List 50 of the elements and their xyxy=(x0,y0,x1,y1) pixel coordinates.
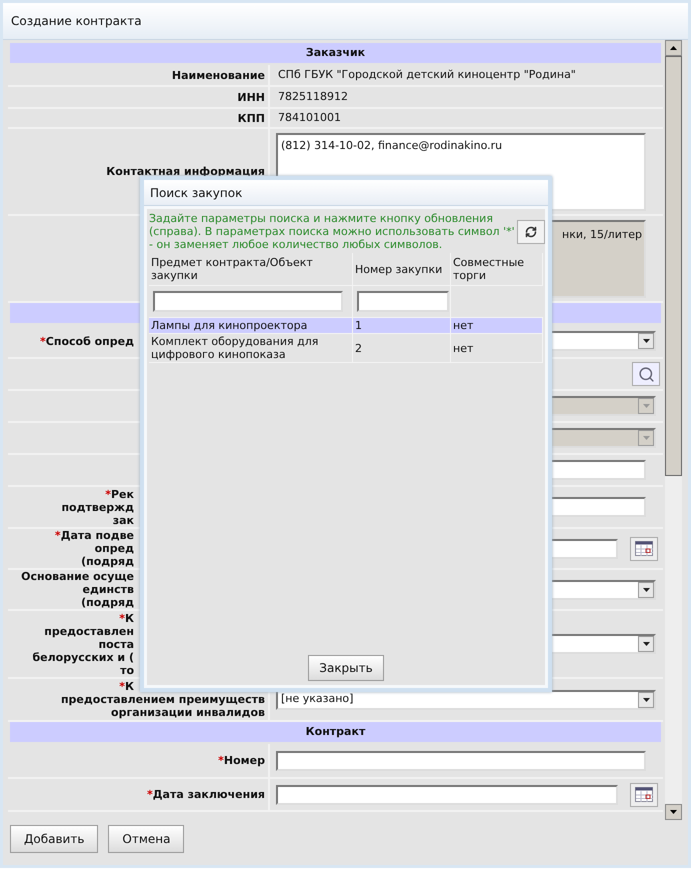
result-row[interactable]: Лампы для кинопроектора 1 нет xyxy=(149,318,543,334)
calendar-button[interactable] xyxy=(630,782,658,806)
refresh-button[interactable] xyxy=(517,220,545,244)
search-button[interactable] xyxy=(632,362,660,386)
search-icon xyxy=(638,366,654,382)
field-label: *К предоставлен постa белорусских и ( то xyxy=(32,612,134,676)
table-cell: Лампы для кинопроектора xyxy=(149,318,353,333)
subject-filter-field[interactable] xyxy=(153,291,343,312)
field-label: КПП xyxy=(238,112,265,124)
scroll-down-arrow-icon[interactable] xyxy=(670,810,677,814)
field-label: *Дата подве опред (подряд xyxy=(54,529,134,568)
column-header: Номер закупки xyxy=(353,253,451,285)
table-cell: 2 xyxy=(353,334,451,362)
field-label: *К предоставлением преимуществ организации инвалидов xyxy=(60,680,265,719)
table-cell: нет xyxy=(451,334,543,362)
close-button[interactable]: Закрыть xyxy=(308,655,384,681)
form-button[interactable]: Добавить xyxy=(10,825,98,853)
scrollbar[interactable] xyxy=(665,40,682,820)
field-label: Наименование xyxy=(172,68,265,82)
date-field[interactable] xyxy=(276,784,618,804)
section-header: Контракт xyxy=(10,722,661,742)
calendar-icon xyxy=(635,541,653,556)
field-value: СПб ГБУК "Городской детский киноцентр "Родина" xyxy=(277,66,576,83)
window-title: Создание контракта xyxy=(3,3,688,40)
section-header: Заказчик xyxy=(10,43,661,63)
column-header: Совместные торги xyxy=(451,253,543,285)
result-row[interactable]: Комплект оборудования для цифрового кинопоказа 2 нет xyxy=(149,334,543,363)
table-cell: Комплект оборудования для цифрового кинопоказа xyxy=(149,334,353,362)
field-label: ИНН xyxy=(237,90,265,104)
field-label: Контактная информация xyxy=(106,165,265,178)
field-label: *Дата заключения xyxy=(146,788,265,801)
field-value: 7825118912 xyxy=(277,88,348,105)
table-cell: 1 xyxy=(353,318,451,333)
scrollbar-thumb[interactable] xyxy=(665,56,682,476)
calendar-icon xyxy=(635,787,653,802)
refresh-icon xyxy=(525,226,537,238)
field-label: *Способ опред xyxy=(40,334,134,348)
field-value: 784101001 xyxy=(277,110,341,126)
field-label: *Рек подтвержд зак xyxy=(61,488,134,526)
field-label: Основание осуще единств (подряд xyxy=(21,570,134,609)
number-filter-field[interactable] xyxy=(357,291,449,312)
scroll-up-arrow-icon[interactable] xyxy=(670,46,677,50)
search-hint: Задайте параметры поиска и нажмите кнопку обновления (справа). В параметрах поиска можно использовать символ '*' - он заменяет любое количество любых символов. xyxy=(148,211,516,251)
calendar-button[interactable] xyxy=(630,536,658,560)
column-header: Предмет контракта/Объект закупки xyxy=(149,253,353,285)
field-label: *Номер xyxy=(218,754,265,767)
table-cell: нет xyxy=(451,318,543,333)
form-button[interactable]: Отмена xyxy=(108,825,184,853)
dialog-title: Поиск закупок xyxy=(144,180,548,206)
input-field[interactable] xyxy=(276,750,646,770)
